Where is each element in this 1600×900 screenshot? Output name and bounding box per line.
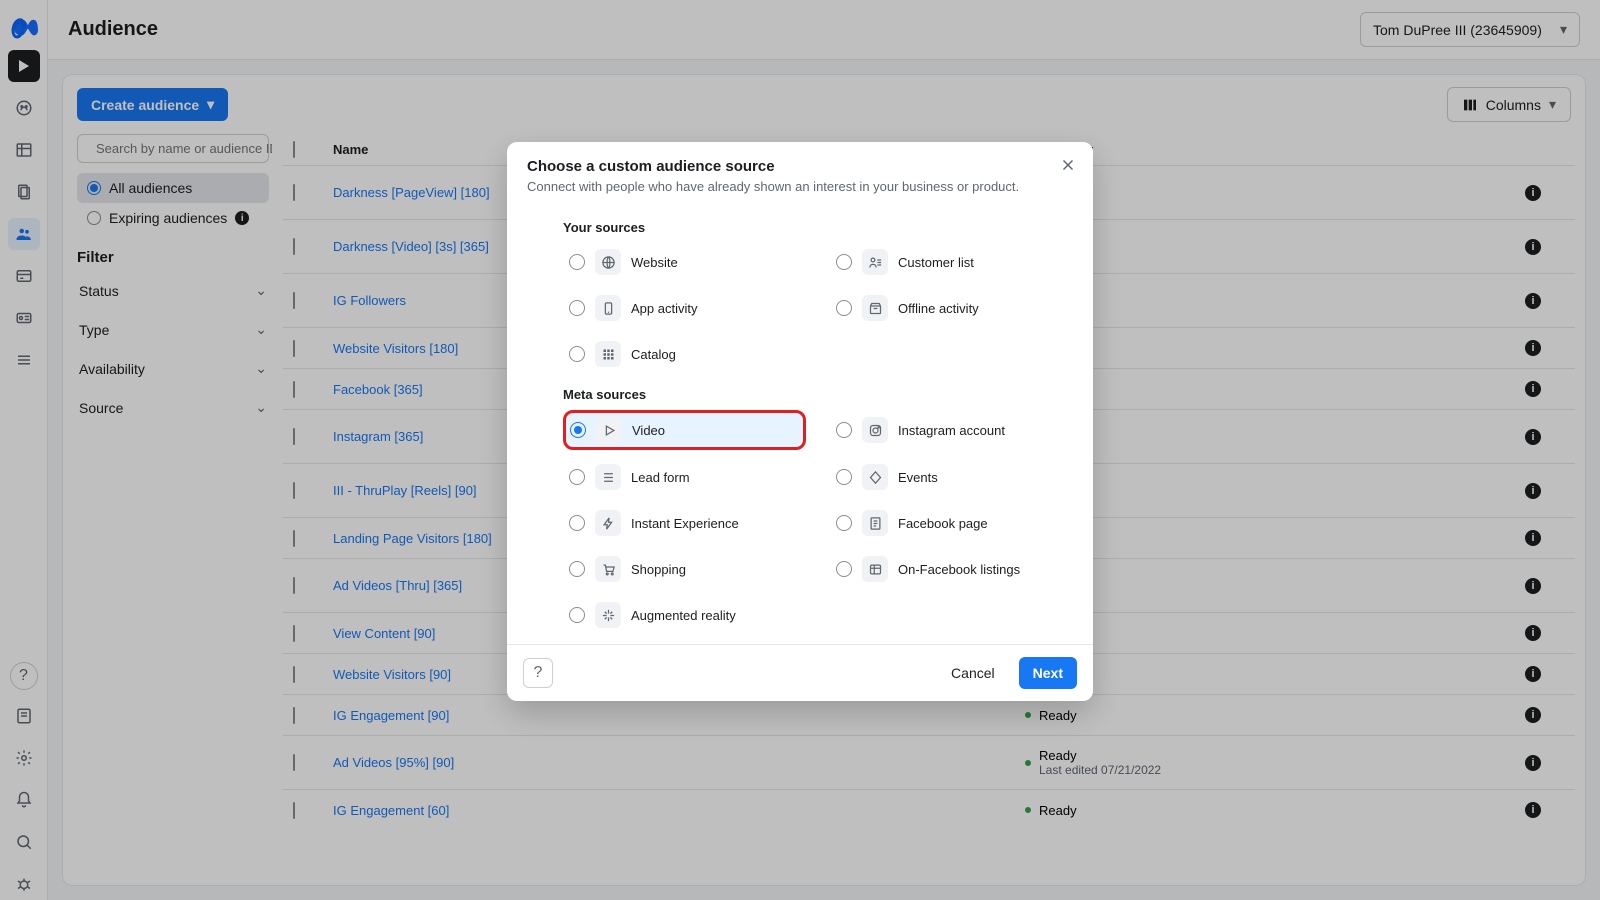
meta-source-option-lead-form[interactable]: Lead form bbox=[563, 458, 806, 496]
option-label: Instant Experience bbox=[631, 516, 739, 531]
radio-icon bbox=[836, 254, 852, 270]
form-icon bbox=[595, 464, 621, 490]
radio-icon bbox=[836, 422, 852, 438]
option-label: Shopping bbox=[631, 562, 686, 577]
option-label: Augmented reality bbox=[631, 608, 736, 623]
close-icon bbox=[1059, 156, 1077, 174]
store-icon bbox=[862, 295, 888, 321]
diamond-icon bbox=[862, 464, 888, 490]
listings-icon bbox=[862, 556, 888, 582]
modal-subtitle: Connect with people who have already sho… bbox=[527, 179, 1073, 194]
radio-icon bbox=[836, 561, 852, 577]
cart-icon bbox=[595, 556, 621, 582]
group-meta-sources: Meta sources bbox=[563, 387, 1073, 402]
radio-icon bbox=[569, 346, 585, 362]
radio-icon bbox=[836, 300, 852, 316]
play-icon bbox=[596, 417, 622, 443]
meta-source-option-augmented-reality[interactable]: Augmented reality bbox=[563, 596, 806, 634]
radio-icon bbox=[570, 422, 586, 438]
option-label: Customer list bbox=[898, 255, 974, 270]
bolt-icon bbox=[595, 510, 621, 536]
meta-source-option-facebook-page[interactable]: Facebook page bbox=[830, 504, 1073, 542]
your-source-option-website[interactable]: Website bbox=[563, 243, 806, 281]
page-icon bbox=[862, 510, 888, 536]
option-label: Lead form bbox=[631, 470, 690, 485]
meta-source-option-events[interactable]: Events bbox=[830, 458, 1073, 496]
option-label: Facebook page bbox=[898, 516, 988, 531]
cancel-button[interactable]: Cancel bbox=[937, 657, 1009, 689]
custom-audience-source-modal: Choose a custom audience source Connect … bbox=[507, 142, 1093, 701]
your-source-option-customer-list[interactable]: Customer list bbox=[830, 243, 1073, 281]
option-label: Catalog bbox=[631, 347, 676, 362]
meta-source-option-instant-experience[interactable]: Instant Experience bbox=[563, 504, 806, 542]
radio-icon bbox=[569, 469, 585, 485]
close-button[interactable] bbox=[1059, 156, 1077, 174]
instagram-icon bbox=[862, 417, 888, 443]
radio-icon bbox=[569, 515, 585, 531]
option-label: App activity bbox=[631, 301, 697, 316]
meta-source-option-shopping[interactable]: Shopping bbox=[563, 550, 806, 588]
person-list-icon bbox=[862, 249, 888, 275]
option-label: Events bbox=[898, 470, 938, 485]
option-label: Offline activity bbox=[898, 301, 979, 316]
grid-icon bbox=[595, 341, 621, 367]
your-source-option-catalog[interactable]: Catalog bbox=[563, 335, 806, 373]
your-source-option-app-activity[interactable]: App activity bbox=[563, 289, 806, 327]
radio-icon bbox=[569, 254, 585, 270]
option-label: Website bbox=[631, 255, 678, 270]
meta-source-option-instagram-account[interactable]: Instagram account bbox=[830, 410, 1073, 450]
your-source-option-offline-activity[interactable]: Offline activity bbox=[830, 289, 1073, 327]
next-button[interactable]: Next bbox=[1019, 657, 1077, 689]
sparkle-icon bbox=[595, 602, 621, 628]
globe-icon bbox=[595, 249, 621, 275]
option-label: Instagram account bbox=[898, 423, 1005, 438]
group-your-sources: Your sources bbox=[563, 220, 1073, 235]
radio-icon bbox=[836, 469, 852, 485]
meta-source-option-video[interactable]: Video bbox=[563, 410, 806, 450]
phone-icon bbox=[595, 295, 621, 321]
radio-icon bbox=[569, 561, 585, 577]
help-button[interactable]: ? bbox=[523, 658, 553, 688]
option-label: Video bbox=[632, 423, 665, 438]
radio-icon bbox=[569, 607, 585, 623]
radio-icon bbox=[836, 515, 852, 531]
option-label: On-Facebook listings bbox=[898, 562, 1020, 577]
meta-source-option-on-facebook-listings[interactable]: On-Facebook listings bbox=[830, 550, 1073, 588]
radio-icon bbox=[569, 300, 585, 316]
modal-title: Choose a custom audience source bbox=[527, 158, 1073, 175]
